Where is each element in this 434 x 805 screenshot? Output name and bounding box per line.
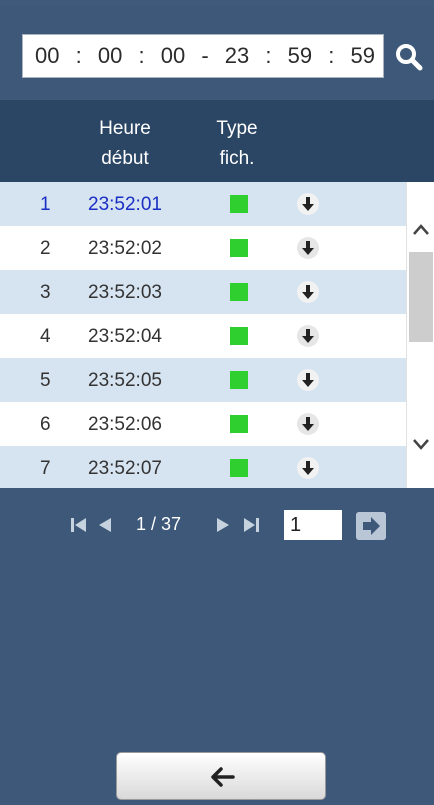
header-label: début xyxy=(101,148,149,169)
table-row[interactable]: 7 23:52:07 xyxy=(0,446,406,488)
colon-separator: : xyxy=(265,43,272,68)
table-row[interactable]: 1 23:52:01 xyxy=(0,182,406,226)
end-hour-field[interactable]: 23 xyxy=(225,43,249,69)
start-minute-field[interactable]: 00 xyxy=(98,43,122,69)
download-icon[interactable] xyxy=(296,280,320,304)
end-second-field[interactable]: 59 xyxy=(351,43,375,69)
download-icon[interactable] xyxy=(296,192,320,216)
header-label: Type xyxy=(216,118,258,139)
row-start-time: 23:52:06 xyxy=(88,414,162,435)
file-type-marker xyxy=(230,283,248,301)
colon-separator: : xyxy=(75,43,82,68)
file-type-marker xyxy=(230,239,248,257)
last-page-icon[interactable] xyxy=(242,516,260,534)
download-icon[interactable] xyxy=(296,236,320,260)
pagination-bar: 1 / 37 xyxy=(64,510,404,540)
header-label: Heure xyxy=(99,118,151,139)
page-number-input[interactable] xyxy=(284,510,342,540)
end-minute-field[interactable]: 59 xyxy=(288,43,312,69)
list-scrollbar[interactable] xyxy=(406,182,434,488)
row-number: 4 xyxy=(40,326,51,347)
back-button[interactable] xyxy=(116,752,326,800)
row-start-time: 23:52:03 xyxy=(88,282,162,303)
table-row[interactable]: 5 23:52:05 xyxy=(0,358,406,402)
row-number: 2 xyxy=(40,238,51,259)
row-start-time: 23:52:04 xyxy=(88,326,162,347)
start-hour-field[interactable]: 00 xyxy=(35,43,59,69)
row-start-time: 23:52:01 xyxy=(88,194,162,215)
time-range-input[interactable]: 00 : 00 : 00 - 23 : 59 : 59 xyxy=(22,34,384,78)
file-type-marker xyxy=(230,327,248,345)
row-start-time: 23:52:02 xyxy=(88,238,162,259)
download-icon[interactable] xyxy=(296,412,320,436)
page-status: 1 / 37 xyxy=(136,514,182,534)
next-page-icon[interactable] xyxy=(214,516,232,534)
go-arrow-icon[interactable] xyxy=(356,512,386,540)
scrollbar-thumb[interactable] xyxy=(409,252,433,342)
table-header: Heure début Type fich. xyxy=(0,100,434,182)
header-label: fich. xyxy=(219,148,255,169)
row-start-time: 23:52:05 xyxy=(88,370,162,391)
row-start-time: 23:52:07 xyxy=(88,458,162,479)
download-icon[interactable] xyxy=(296,368,320,392)
scroll-down-icon[interactable] xyxy=(411,434,431,454)
range-separator: - xyxy=(201,43,209,68)
colon-separator: : xyxy=(138,43,145,68)
back-arrow-icon xyxy=(211,767,235,787)
table-row[interactable]: 2 23:52:02 xyxy=(0,226,406,270)
scroll-up-icon[interactable] xyxy=(411,220,431,240)
row-number: 1 xyxy=(40,194,51,215)
search-icon[interactable] xyxy=(392,40,426,74)
table-row[interactable]: 6 23:52:06 xyxy=(0,402,406,446)
row-number: 7 xyxy=(40,458,51,479)
colon-separator: : xyxy=(328,43,335,68)
row-number: 6 xyxy=(40,414,51,435)
file-type-marker xyxy=(230,195,248,213)
download-icon[interactable] xyxy=(296,456,320,480)
prev-page-icon[interactable] xyxy=(96,516,114,534)
start-second-field[interactable]: 00 xyxy=(161,43,185,69)
column-header-start-time[interactable]: Heure début xyxy=(86,114,164,174)
first-page-icon[interactable] xyxy=(70,516,88,534)
row-number: 5 xyxy=(40,370,51,391)
top-band xyxy=(0,0,434,6)
table-row[interactable]: 3 23:52:03 xyxy=(0,270,406,314)
column-header-file-type[interactable]: Type fich. xyxy=(206,114,268,174)
file-type-marker xyxy=(230,459,248,477)
recording-list: 1 23:52:01 2 23:52:02 3 23:52:03 4 23:52… xyxy=(0,182,406,488)
table-row[interactable]: 4 23:52:04 xyxy=(0,314,406,358)
row-number: 3 xyxy=(40,282,51,303)
file-type-marker xyxy=(230,371,248,389)
download-icon[interactable] xyxy=(296,324,320,348)
file-type-marker xyxy=(230,415,248,433)
